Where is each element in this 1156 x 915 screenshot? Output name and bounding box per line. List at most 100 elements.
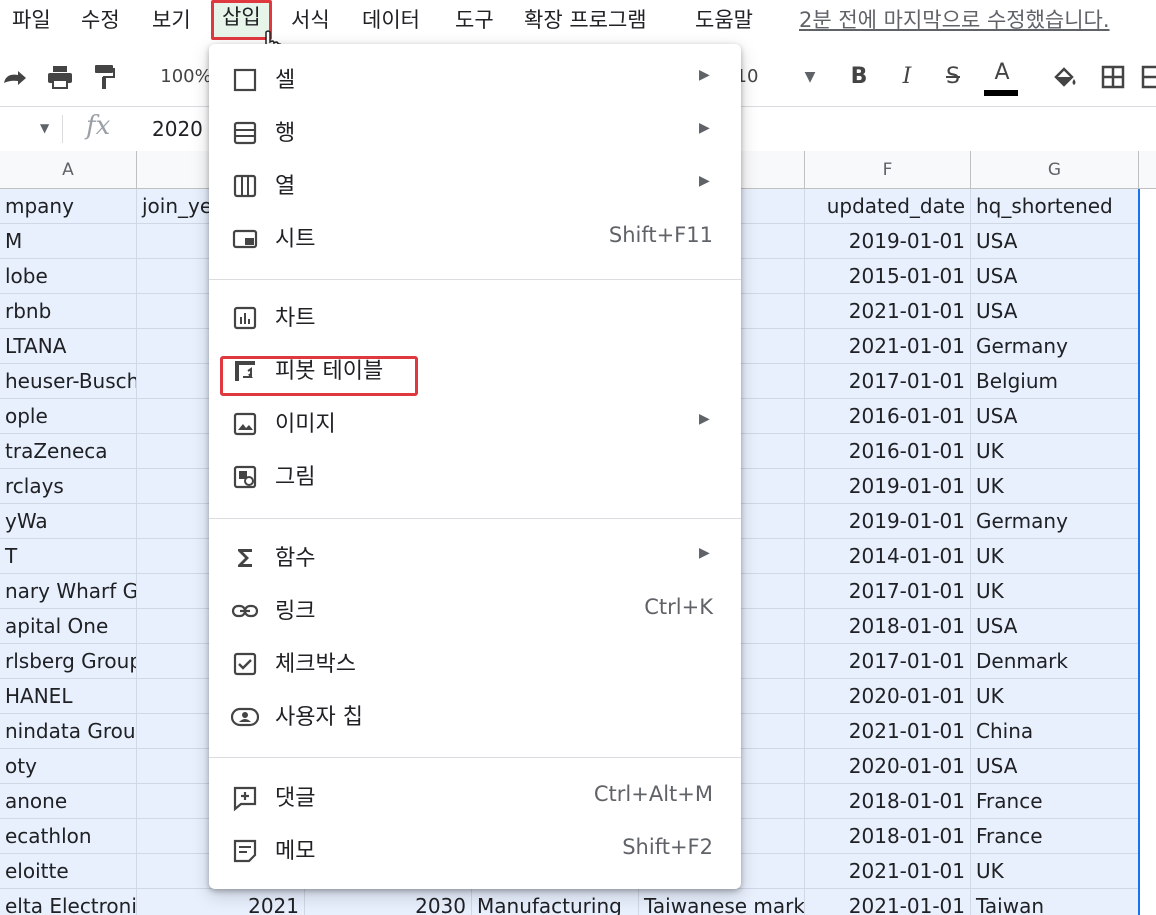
last-edit-link[interactable]: 2분 전에 마지막으로 수정했습니다. <box>799 3 1110 37</box>
cell-a[interactable]: nindata Group <box>0 714 137 749</box>
cell-f[interactable]: 2021-01-01 <box>805 854 971 889</box>
cell-a[interactable]: anone <box>0 784 137 819</box>
cell-g[interactable]: Germany <box>971 329 1139 364</box>
cell-f[interactable]: 2017-01-01 <box>805 644 971 679</box>
menu-item-chart[interactable]: 차트 <box>209 292 741 342</box>
cell-g[interactable]: Germany <box>971 504 1139 539</box>
cell-a[interactable]: T <box>0 539 137 574</box>
cell-a[interactable]: rbnb <box>0 294 137 329</box>
font-size-dropdown-icon[interactable]: ▼ <box>800 50 820 104</box>
menu-item-rows[interactable]: 행 ▶ <box>209 107 741 157</box>
paint-format-icon[interactable] <box>90 50 120 104</box>
cell-f[interactable]: 2017-01-01 <box>805 574 971 609</box>
cell-a[interactable]: ecathlon <box>0 819 137 854</box>
cell-f[interactable]: 2021-01-01 <box>805 294 971 329</box>
cell-f[interactable]: 2015-01-01 <box>805 259 971 294</box>
cell-f[interactable]: 2018-01-01 <box>805 819 971 854</box>
menu-edit[interactable]: 수정 <box>81 3 120 37</box>
cell-g[interactable]: Denmark <box>971 644 1139 679</box>
cell-g[interactable]: USA <box>971 294 1139 329</box>
name-box-dropdown-icon[interactable]: ▼ <box>40 121 49 135</box>
cell-g[interactable]: USA <box>971 224 1139 259</box>
menu-item-link[interactable]: 링크 Ctrl+K <box>209 585 741 635</box>
print-icon[interactable] <box>44 50 76 104</box>
cell-a[interactable]: rclays <box>0 469 137 504</box>
cell-g[interactable]: UK <box>971 854 1139 889</box>
column-header-f[interactable]: F <box>805 151 971 189</box>
cell-f[interactable]: 2020-01-01 <box>805 679 971 714</box>
menu-item-drawing[interactable]: 그림 <box>209 451 741 501</box>
menu-file[interactable]: 파일 <box>12 3 51 37</box>
redo-icon[interactable] <box>0 50 30 104</box>
menu-data[interactable]: 데이터 <box>362 3 420 37</box>
menu-item-sheet[interactable]: 시트 Shift+F11 <box>209 213 741 263</box>
menu-item-people-chip[interactable]: 사용자 칩 <box>209 691 741 741</box>
menu-item-columns[interactable]: 열 ▶ <box>209 160 741 210</box>
formula-input[interactable]: 2020 <box>152 117 203 141</box>
italic-button[interactable]: I <box>892 50 922 104</box>
cell-f[interactable]: 2016-01-01 <box>805 434 971 469</box>
menu-format[interactable]: 서식 <box>291 3 330 37</box>
bold-button[interactable]: B <box>844 50 874 104</box>
text-color-button[interactable]: A <box>984 50 1020 104</box>
menu-item-note[interactable]: 메모 Shift+F2 <box>209 825 741 875</box>
cell-a[interactable]: eloitte <box>0 854 137 889</box>
cell-f[interactable]: 2021-01-01 <box>805 329 971 364</box>
menu-item-comment[interactable]: 댓글 Ctrl+Alt+M <box>209 772 741 822</box>
cell-g[interactable]: UK <box>971 434 1139 469</box>
cell-g[interactable]: USA <box>971 749 1139 784</box>
cell-a[interactable]: traZeneca <box>0 434 137 469</box>
merge-cells-icon[interactable] <box>1140 50 1156 104</box>
cell-b[interactable]: 2021 <box>137 889 305 915</box>
column-header-h[interactable] <box>1139 151 1156 189</box>
cell-a[interactable]: LTANA <box>0 329 137 364</box>
cell-g[interactable]: UK <box>971 469 1139 504</box>
cell-f[interactable]: 2019-01-01 <box>805 224 971 259</box>
cell-f[interactable]: 2021-01-01 <box>805 714 971 749</box>
cell-f[interactable]: 2019-01-01 <box>805 469 971 504</box>
cell-f[interactable]: 2018-01-01 <box>805 609 971 644</box>
cell-g[interactable]: Taiwan <box>971 889 1139 915</box>
cell-a[interactable]: M <box>0 224 137 259</box>
cell-f[interactable]: 2017-01-01 <box>805 364 971 399</box>
menu-tools[interactable]: 도구 <box>455 3 494 37</box>
cell-a[interactable]: apital One <box>0 609 137 644</box>
cell-a[interactable]: yWa <box>0 504 137 539</box>
cell-g[interactable]: hq_shortened <box>971 189 1139 224</box>
strikethrough-button[interactable]: S <box>938 50 968 104</box>
cell-a[interactable]: rlsberg Group <box>0 644 137 679</box>
cell-a[interactable]: elta Electronics <box>0 889 137 915</box>
cell-a[interactable]: heuser-Busch <box>0 364 137 399</box>
cell-g[interactable]: UK <box>971 574 1139 609</box>
cell-g[interactable]: USA <box>971 399 1139 434</box>
cell-f[interactable]: 2014-01-01 <box>805 539 971 574</box>
cell-a[interactable]: ople <box>0 399 137 434</box>
cell-g[interactable]: USA <box>971 609 1139 644</box>
cell-c[interactable]: 2030 <box>305 889 472 915</box>
cell-e[interactable]: Taiwanese marke <box>639 889 805 915</box>
menu-item-cell[interactable]: 셀 ▶ <box>209 54 741 104</box>
cell-g[interactable]: France <box>971 784 1139 819</box>
borders-icon[interactable] <box>1098 50 1128 104</box>
column-header-a[interactable]: A <box>0 151 137 189</box>
cell-f[interactable]: 2018-01-01 <box>805 784 971 819</box>
cell-a[interactable]: HANEL <box>0 679 137 714</box>
cell-g[interactable]: China <box>971 714 1139 749</box>
cell-f[interactable]: 2016-01-01 <box>805 399 971 434</box>
cell-a[interactable]: lobe <box>0 259 137 294</box>
cell-g[interactable]: UK <box>971 679 1139 714</box>
cell-d[interactable]: Manufacturing <box>472 889 639 915</box>
menu-item-checkbox[interactable]: 체크박스 <box>209 638 741 688</box>
menu-view[interactable]: 보기 <box>152 3 191 37</box>
menu-item-image[interactable]: 이미지 ▶ <box>209 398 741 448</box>
column-header-g[interactable]: G <box>971 151 1139 189</box>
menu-item-sigma[interactable]: 함수 ▶ <box>209 532 741 582</box>
fill-color-icon[interactable] <box>1050 50 1080 104</box>
cell-f[interactable]: 2020-01-01 <box>805 749 971 784</box>
cell-g[interactable]: USA <box>971 259 1139 294</box>
cell-g[interactable]: Belgium <box>971 364 1139 399</box>
zoom-select[interactable]: 100% <box>160 50 212 104</box>
cell-f[interactable]: updated_date <box>805 189 971 224</box>
cell-g[interactable]: France <box>971 819 1139 854</box>
cell-f[interactable]: 2021-01-01 <box>805 889 971 915</box>
